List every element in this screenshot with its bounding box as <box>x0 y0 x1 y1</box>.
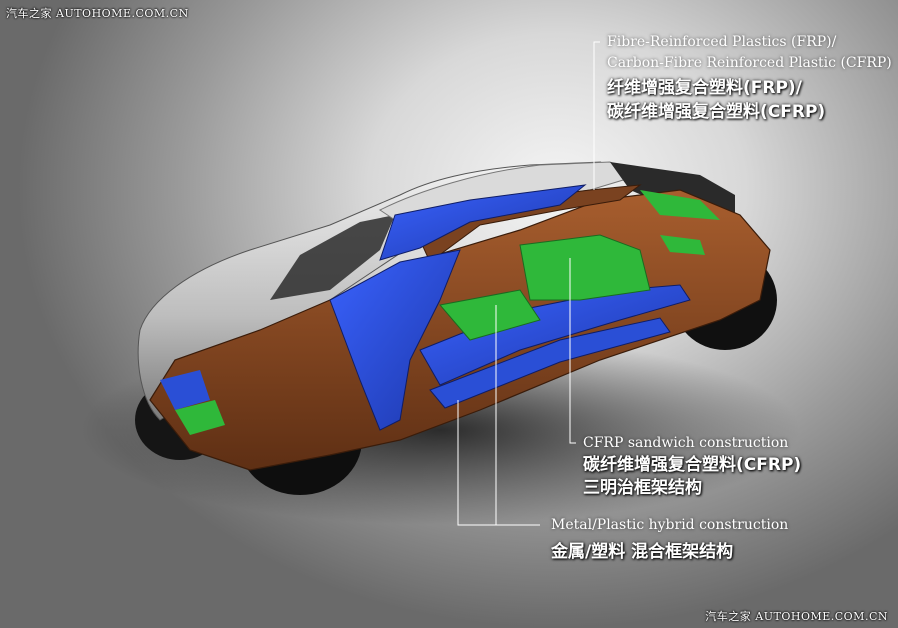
watermark-top-en: AUTOHOME.COM.CN <box>56 7 189 20</box>
watermark-bottom-cn: 汽车之家 <box>705 610 752 623</box>
watermark-top: 汽车之家 AUTOHOME.COM.CN <box>6 5 189 21</box>
frp-label-en-line2: Carbon-Fibre Reinforced Plastic (CFRP) <box>607 55 892 71</box>
watermark-top-cn: 汽车之家 <box>6 7 52 20</box>
photo-background: 汽车之家 AUTOHOME.COM.CN 汽车之家 AUTOHOME.COM.CN … <box>0 0 898 628</box>
hybrid-label-en: Metal/Plastic hybrid construction <box>551 517 789 533</box>
sandwich-label-en: CFRP sandwich construction <box>583 435 789 451</box>
frp-label-zh-line1: 纤维增强复合塑料(FRP)/ <box>607 78 802 98</box>
hybrid-label-zh: 金属/塑料 混合框架结构 <box>551 542 734 562</box>
sandwich-label-zh-line1: 碳纤维增强复合塑料(CFRP) <box>583 455 802 475</box>
watermark-bottom-en: AUTOHOME.COM.CN <box>755 610 888 623</box>
frp-label-zh-line2: 碳纤维增强复合塑料(CFRP) <box>607 102 826 122</box>
watermark-bottom: 汽车之家 AUTOHOME.COM.CN <box>705 608 888 624</box>
sandwich-label-zh-line2: 三明治框架结构 <box>583 478 702 498</box>
frp-label-en-line1: Fibre-Reinforced Plastics (FRP)/ <box>607 34 837 50</box>
